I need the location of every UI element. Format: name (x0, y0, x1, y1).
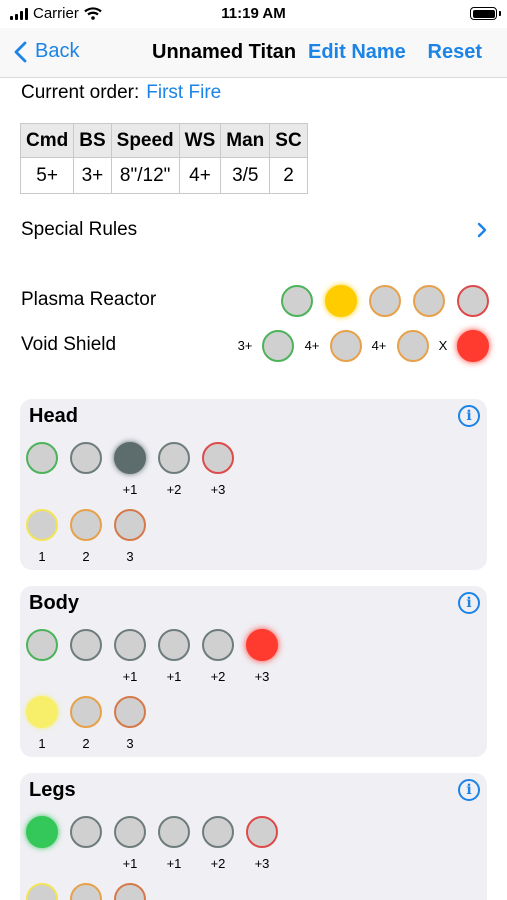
void-shield-threshold: 4+ (371, 338, 387, 353)
legs-modifier: +3 (254, 856, 270, 871)
body-crit-pip[interactable] (70, 696, 102, 728)
body-armour-pip[interactable] (246, 629, 278, 661)
stats-value-speed: 8"/12" (110, 157, 180, 194)
body-crit-label: 2 (82, 736, 90, 751)
plasma-reactor-pip[interactable] (369, 285, 401, 317)
navigation-bar: Back Unnamed Titan Edit Name Reset (0, 28, 507, 78)
stats-value-sc: 2 (269, 157, 308, 194)
body-crit-pip[interactable] (114, 696, 146, 728)
stats-header-speed: Speed (110, 123, 180, 158)
back-label: Back (35, 40, 80, 62)
head-armour-pip[interactable] (114, 442, 146, 474)
current-order: Current order: First Fire (21, 82, 221, 104)
legs-modifier: +1 (166, 856, 182, 871)
legs-crit-pip[interactable] (114, 883, 146, 900)
head-card: Head i +1 +2 +3 1 2 3 (20, 399, 487, 570)
stats-header-cmd: Cmd (19, 123, 75, 158)
head-crit-pip[interactable] (114, 509, 146, 541)
body-armour-pip[interactable] (202, 629, 234, 661)
stats-header-sc: SC (269, 123, 308, 158)
current-order-label: Current order: (21, 82, 140, 103)
head-crit-label: 2 (82, 549, 90, 564)
stats-header-ws: WS (178, 123, 222, 158)
info-icon[interactable]: i (458, 779, 480, 801)
head-modifier: +2 (166, 482, 182, 497)
plasma-reactor-pip[interactable] (325, 285, 357, 317)
chevron-left-icon (14, 41, 27, 62)
legs-armour-pip[interactable] (202, 816, 234, 848)
chevron-right-icon (477, 222, 487, 238)
body-crit-label: 3 (126, 736, 134, 751)
stats-value-ws: 4+ (178, 157, 222, 194)
legs-card: Legs i +1 +1 +2 +3 (20, 773, 487, 900)
edit-name-button[interactable]: Edit Name (308, 41, 406, 64)
body-armour-pip[interactable] (70, 629, 102, 661)
void-shield-pip[interactable] (262, 330, 294, 362)
head-armour-pip[interactable] (26, 442, 58, 474)
legs-title: Legs (29, 779, 76, 801)
body-crit-pip[interactable] (26, 696, 58, 728)
head-armour-pip[interactable] (158, 442, 190, 474)
body-armour-pip[interactable] (26, 629, 58, 661)
void-shield-threshold: X (438, 338, 448, 353)
body-armour-pip[interactable] (158, 629, 190, 661)
current-order-value[interactable]: First Fire (146, 82, 221, 103)
legs-armour-pip[interactable] (246, 816, 278, 848)
page-title: Unnamed Titan (152, 41, 297, 63)
stats-value-cmd: 5+ (19, 157, 75, 194)
stats-header-row: Cmd BS Speed WS Man SC (19, 123, 308, 158)
head-armour-pip[interactable] (70, 442, 102, 474)
head-modifier: +1 (122, 482, 138, 497)
body-modifier: +1 (122, 669, 138, 684)
body-card: Body i +1 +1 +2 +3 1 2 3 (20, 586, 487, 757)
plasma-reactor-pip[interactable] (281, 285, 313, 317)
head-modifier: +3 (210, 482, 226, 497)
back-button[interactable]: Back (14, 40, 79, 63)
legs-crit-pip[interactable] (70, 883, 102, 900)
head-armour-pip[interactable] (202, 442, 234, 474)
body-armour-pip[interactable] (114, 629, 146, 661)
body-crit-label: 1 (38, 736, 46, 751)
legs-modifier: +1 (122, 856, 138, 871)
reset-button[interactable]: Reset (428, 41, 482, 64)
body-modifier: +2 (210, 669, 226, 684)
stats-table: Cmd BS Speed WS Man SC 5+ 3+ 8"/12" 4+ 3… (19, 123, 308, 194)
void-shield-threshold: 3+ (237, 338, 253, 353)
stats-header-man: Man (220, 123, 271, 158)
body-modifier: +1 (166, 669, 182, 684)
legs-armour-pip[interactable] (70, 816, 102, 848)
stats-value-man: 3/5 (220, 157, 271, 194)
legs-modifier: +2 (210, 856, 226, 871)
head-crit-label: 1 (38, 549, 46, 564)
stats-value-bs: 3+ (73, 157, 112, 194)
legs-armour-pip[interactable] (158, 816, 190, 848)
info-icon[interactable]: i (458, 592, 480, 614)
void-shield-pip[interactable] (330, 330, 362, 362)
special-rules-label: Special Rules (21, 219, 138, 240)
battery-icon (470, 7, 501, 20)
void-shield-pip[interactable] (457, 330, 489, 362)
stats-value-row: 5+ 3+ 8"/12" 4+ 3/5 2 (19, 157, 308, 194)
plasma-reactor-label: Plasma Reactor (21, 289, 157, 310)
void-shield-label: Void Shield (21, 334, 117, 355)
special-rules-row[interactable]: Special Rules (21, 219, 491, 243)
plasma-reactor-pip[interactable] (413, 285, 445, 317)
body-modifier: +3 (254, 669, 270, 684)
status-bar: Carrier 11:19 AM (0, 0, 507, 28)
head-title: Head (29, 405, 78, 427)
stats-header-bs: BS (73, 123, 112, 158)
legs-armour-pip[interactable] (114, 816, 146, 848)
body-title: Body (29, 592, 79, 614)
void-shield-threshold: 4+ (304, 338, 320, 353)
info-icon[interactable]: i (458, 405, 480, 427)
legs-crit-pip[interactable] (26, 883, 58, 900)
legs-armour-pip[interactable] (26, 816, 58, 848)
head-crit-pip[interactable] (70, 509, 102, 541)
head-crit-label: 3 (126, 549, 134, 564)
plasma-reactor-pip[interactable] (457, 285, 489, 317)
status-time: 11:19 AM (221, 5, 286, 22)
head-crit-pip[interactable] (26, 509, 58, 541)
